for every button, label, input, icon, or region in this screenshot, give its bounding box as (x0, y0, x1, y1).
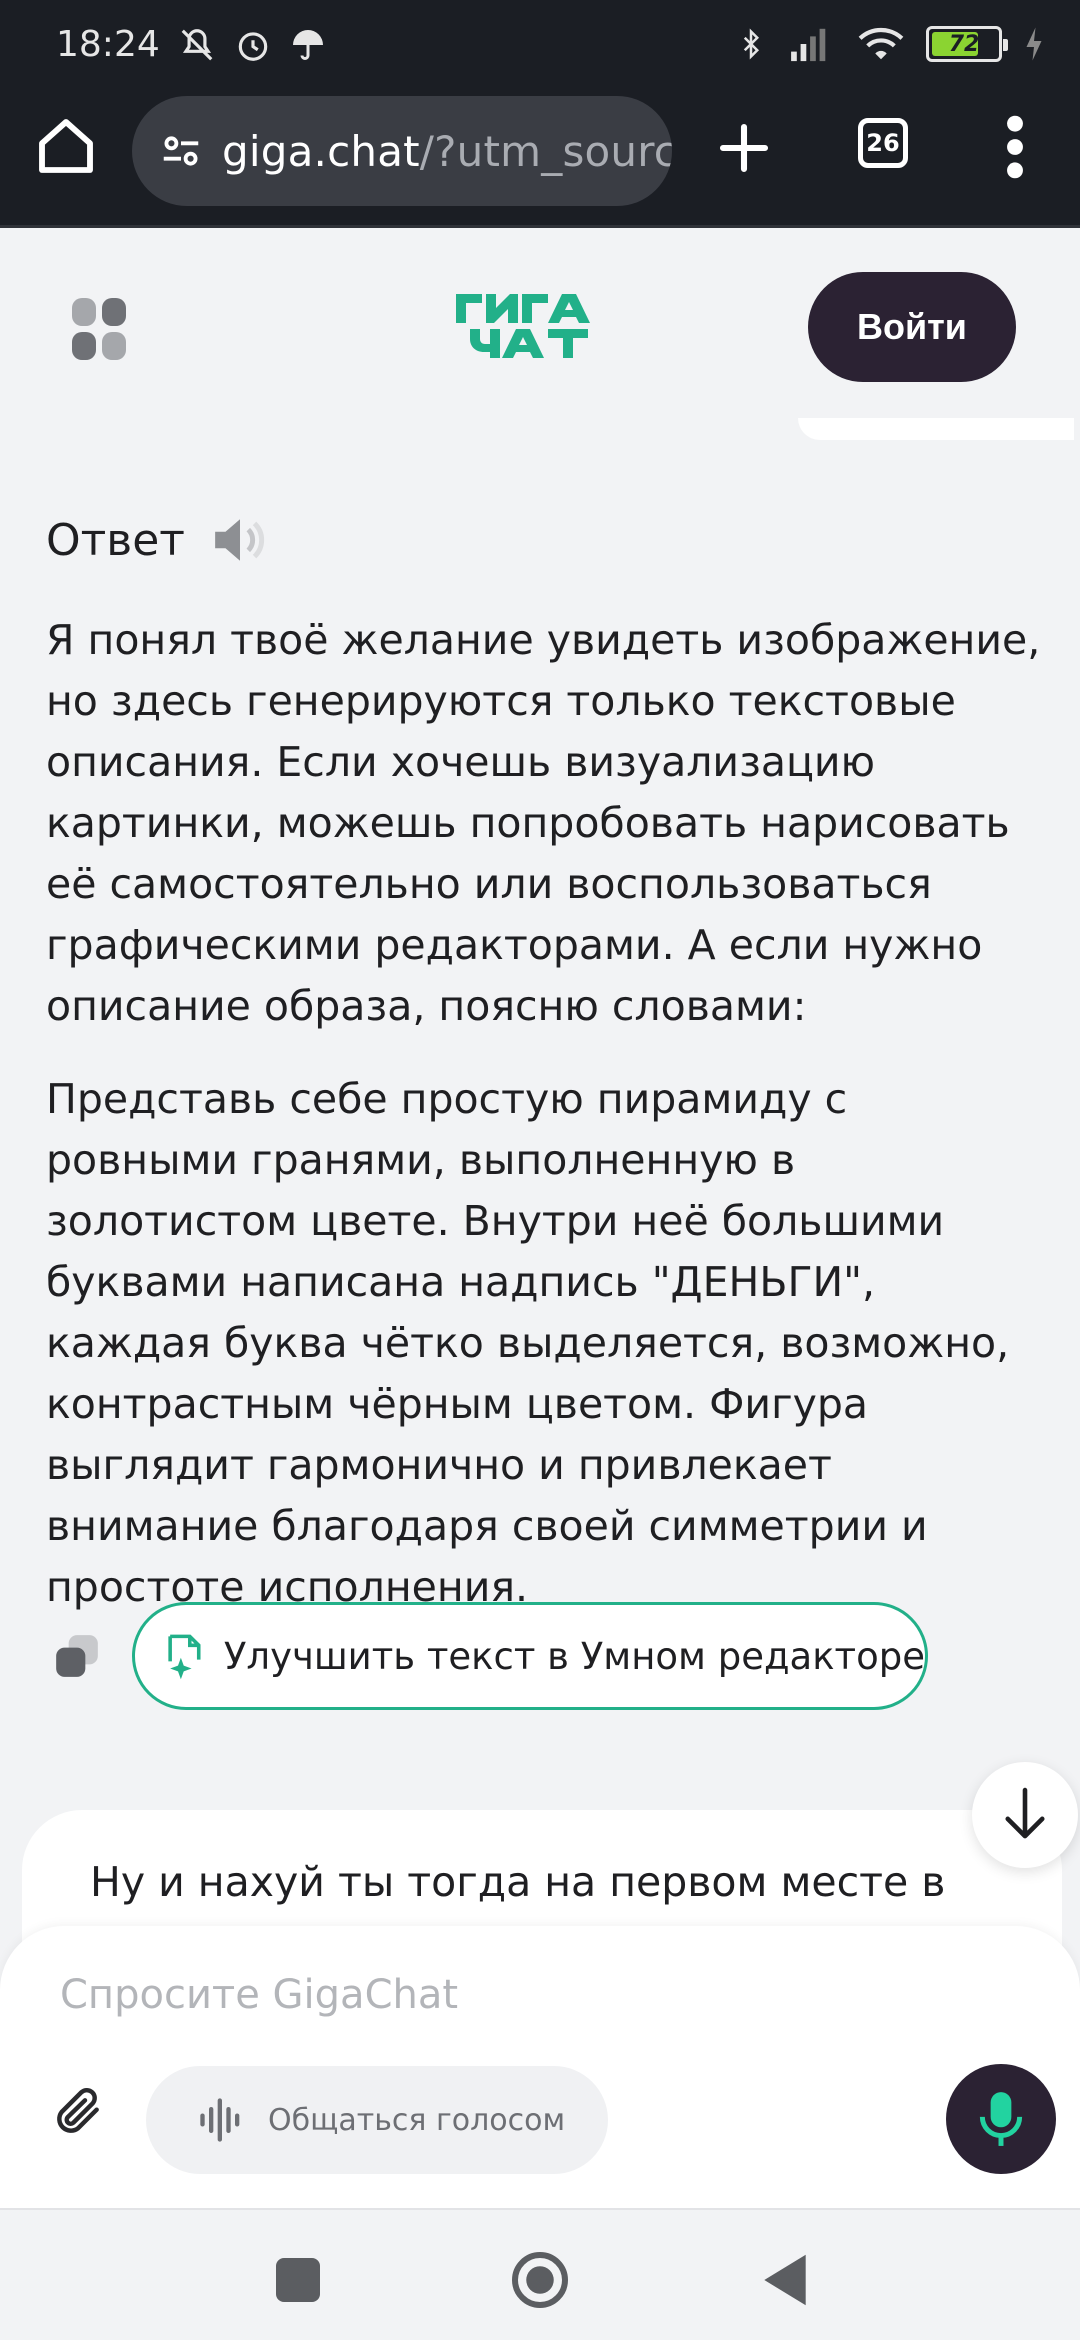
status-right: 72 (736, 24, 1044, 64)
battery-indicator: 72 (926, 26, 1008, 62)
scroll-down-button[interactable] (972, 1762, 1078, 1868)
answer-actions: Улучшить текст в Умном редакторе (52, 1602, 928, 1710)
sound-wave-icon (200, 2098, 240, 2142)
copy-icon[interactable] (52, 1631, 102, 1681)
status-time: 18:24 (56, 24, 160, 65)
app-header: Войти (0, 230, 1080, 420)
voice-chat-label: Общаться голосом (268, 2102, 566, 2138)
mic-button[interactable] (946, 2064, 1056, 2174)
nav-home-button[interactable] (510, 2250, 570, 2310)
speaker-icon[interactable] (211, 515, 269, 565)
url-domain: giga.chat (222, 126, 420, 176)
browser-toolbar: giga.chat/?utm_source 26 (0, 92, 1080, 228)
recent-apps-button[interactable] (276, 2258, 320, 2302)
url-path: /?utm_source (419, 126, 672, 176)
tabs-count: 26 (866, 129, 900, 157)
address-bar[interactable]: giga.chat/?utm_source (132, 96, 672, 206)
tabs-count-button[interactable]: 26 (858, 118, 908, 168)
grid-icon[interactable] (72, 298, 128, 360)
answer-text: Я понял твоё желание увидеть изображение… (46, 610, 1046, 1618)
nav-back-button[interactable] (762, 2252, 808, 2308)
previous-message-bubble-edge (798, 418, 1074, 440)
paperclip-icon[interactable] (50, 2084, 106, 2140)
signal-icon (791, 28, 826, 62)
wifi-icon (858, 27, 904, 60)
umbrella-icon (292, 29, 323, 60)
status-bar: 18:24 72 (0, 0, 1080, 92)
home-icon[interactable] (34, 114, 98, 178)
answer-title: Ответ (46, 514, 185, 566)
charging-icon (1026, 27, 1042, 61)
plus-icon[interactable] (716, 120, 772, 176)
arrow-down-icon (1005, 1787, 1045, 1839)
tune-icon[interactable] (158, 128, 204, 174)
login-label: Войти (857, 306, 967, 347)
mic-icon (979, 2092, 1023, 2146)
improve-text-label: Улучшить текст в Умном редакторе (223, 1634, 925, 1678)
message-input[interactable] (58, 1960, 958, 2030)
system-nav-bar (0, 2208, 1080, 2340)
composer: Общаться голосом (0, 1926, 1080, 2208)
battery-label: 72 (948, 31, 980, 57)
mute-icon (181, 28, 213, 60)
sparkle-doc-icon (168, 1634, 201, 1680)
status-left: 18:24 (56, 24, 326, 65)
gigachat-logo (456, 294, 590, 358)
alarm-icon (238, 31, 267, 61)
user-message-text: Ну и нахуй ты тогда на первом месте в (90, 1858, 946, 1906)
login-button[interactable]: Войти (808, 272, 1016, 382)
improve-text-button[interactable]: Улучшить текст в Умном редакторе (132, 1602, 928, 1710)
answer-block: Ответ Я понял твоё желание увидеть изобр… (46, 500, 1046, 1650)
url-text[interactable]: giga.chat/?utm_source (222, 127, 672, 176)
more-vert-icon[interactable] (1000, 112, 1030, 182)
answer-paragraph: Я понял твоё желание увидеть изображение… (46, 616, 1041, 1030)
bluetooth-icon (743, 28, 760, 60)
answer-paragraph: Представь себе простую пирамиду с ровным… (46, 1075, 1010, 1611)
answer-title-row: Ответ (46, 500, 1046, 580)
voice-chat-button[interactable]: Общаться голосом (146, 2066, 608, 2174)
